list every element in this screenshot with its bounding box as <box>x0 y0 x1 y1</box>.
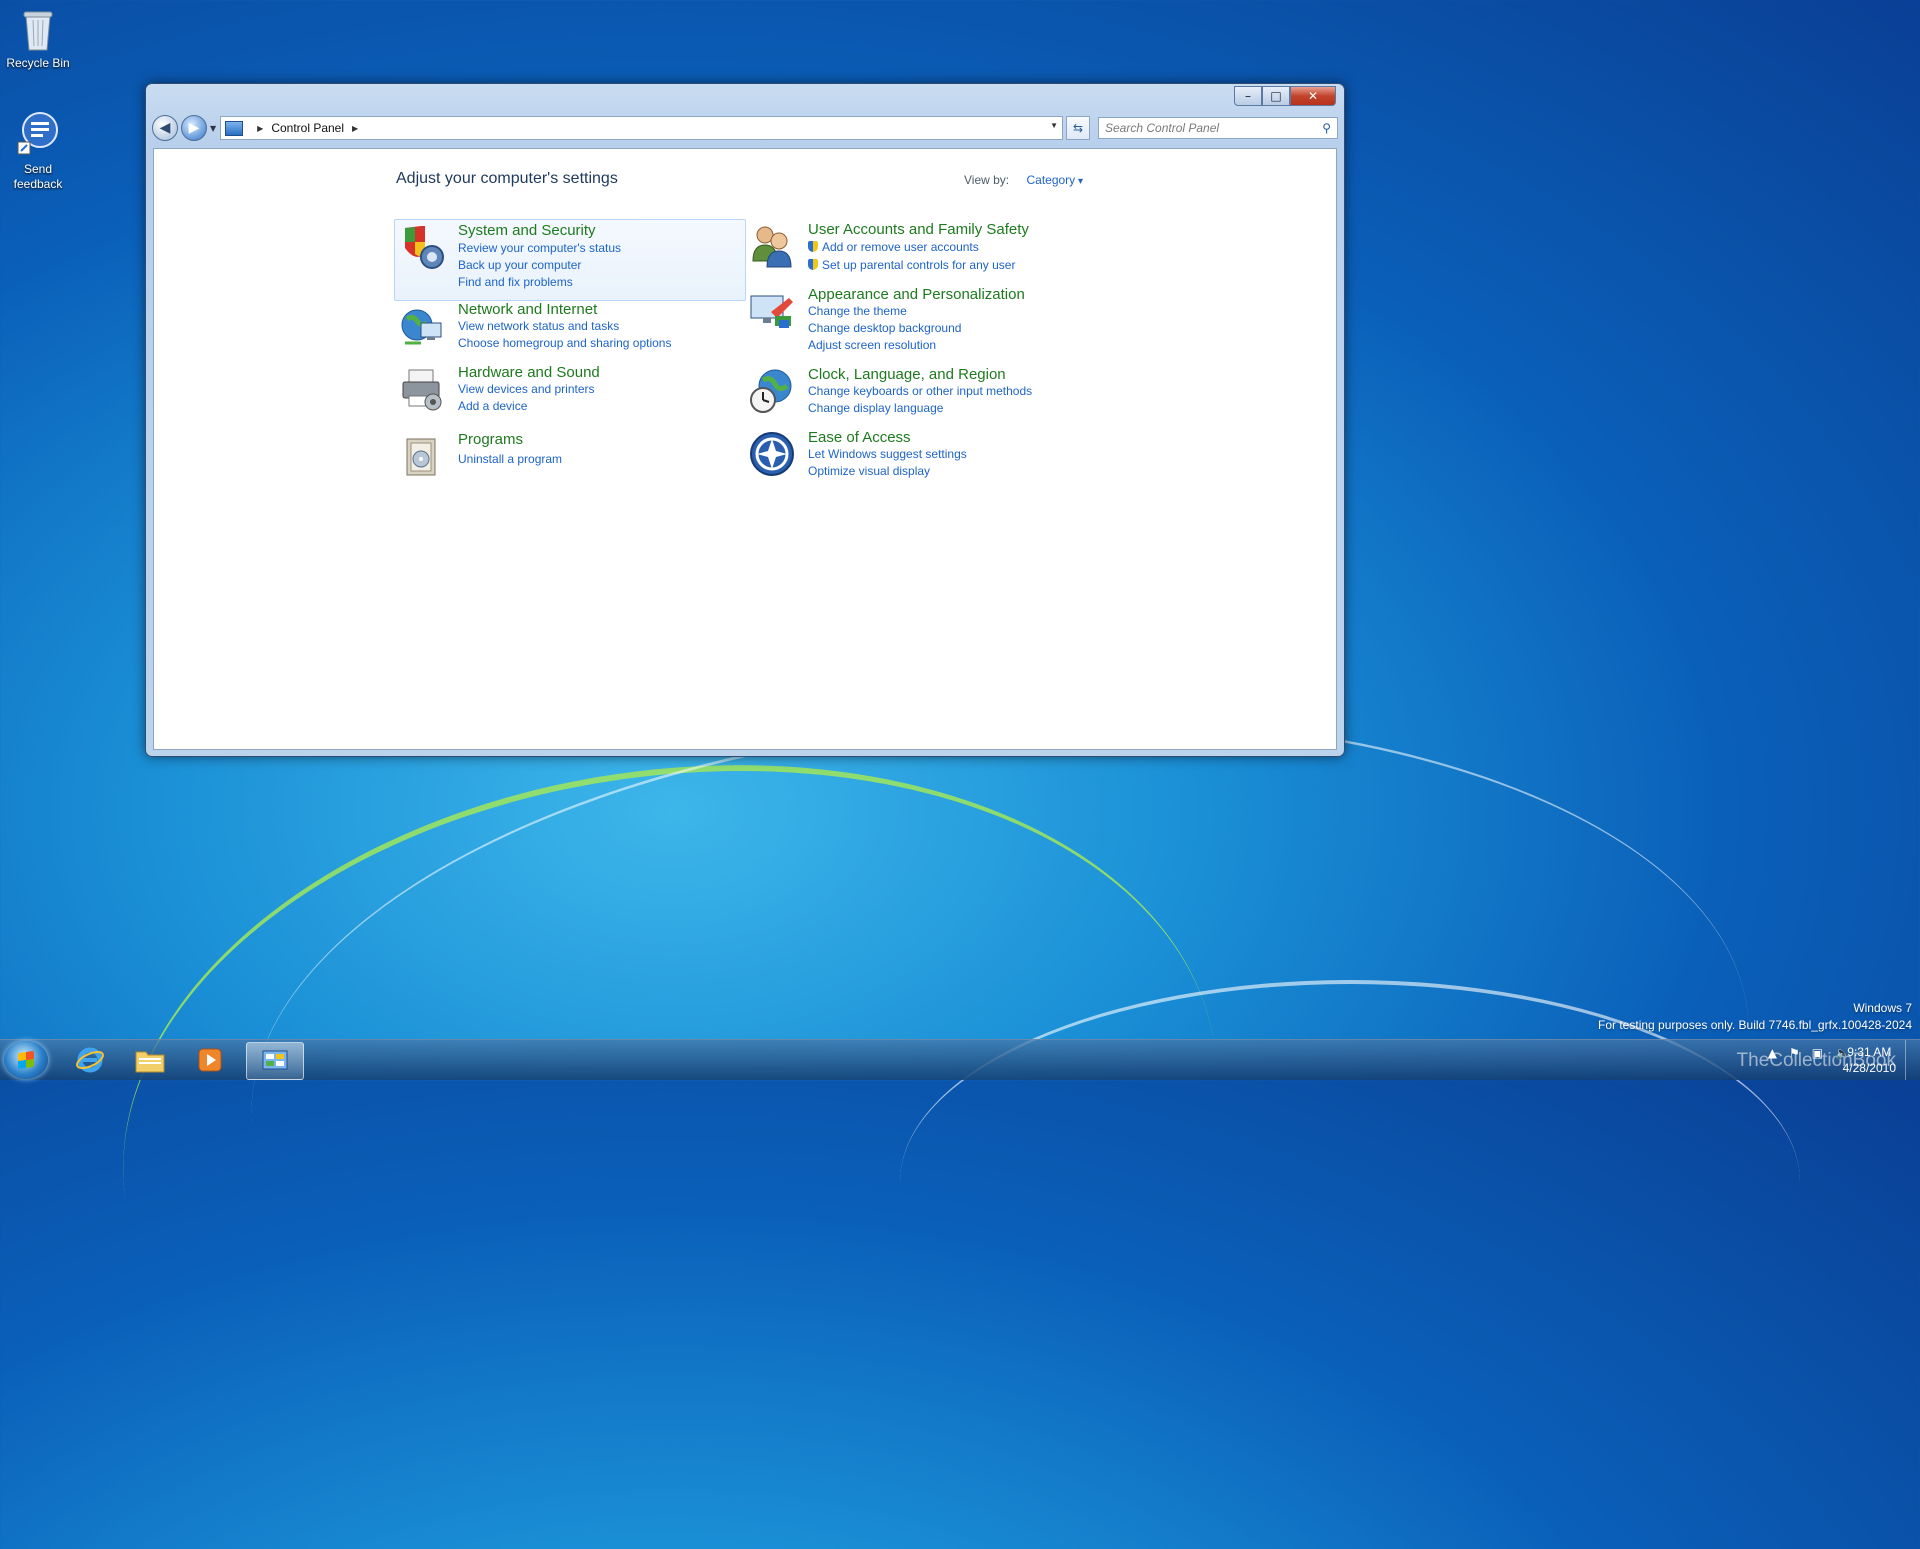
control-panel-window: – □ ✕ ◀ ▶ ▼ ▶ Control Panel ▶ ▼ ⇆ Search… <box>145 83 1345 757</box>
taskbar-internet-explorer[interactable] <box>62 1042 118 1078</box>
taskbar-windows-explorer[interactable] <box>122 1042 178 1078</box>
search-placeholder: Search Control Panel <box>1105 121 1220 135</box>
category-title[interactable]: Programs <box>458 431 523 448</box>
link-text[interactable]: Add or remove user accounts <box>822 240 979 254</box>
watermark-os: Windows 7 <box>1853 1001 1912 1015</box>
forward-button[interactable]: ▶ <box>181 115 207 141</box>
build-watermark: Windows 7 For testing purposes only. Bui… <box>1598 1000 1912 1034</box>
view-by: View by: Category <box>964 173 1083 187</box>
link-windows-suggest-settings[interactable]: Let Windows suggest settings <box>808 447 967 461</box>
link-review-status[interactable]: Review your computer's status <box>458 241 621 255</box>
search-input[interactable]: Search Control Panel ⚲ <box>1098 117 1338 139</box>
clock-date: 4/28/2010 <box>1842 1061 1896 1075</box>
category-title[interactable]: Clock, Language, and Region <box>808 366 1006 383</box>
refresh-icon: ⇆ <box>1072 121 1084 135</box>
window-caption-buttons: – □ ✕ <box>1234 86 1336 106</box>
link-add-remove-users[interactable]: Add or remove user accounts <box>808 240 979 254</box>
category-hardware-and-sound[interactable]: Hardware and Sound View devices and prin… <box>395 362 745 413</box>
link-uninstall-program[interactable]: Uninstall a program <box>458 452 562 466</box>
clock[interactable]: 9:31 AM 4/28/2010 <box>1843 1044 1896 1076</box>
uac-shield-icon <box>808 259 818 270</box>
network-globe-icon <box>399 303 445 349</box>
taskbar-control-panel[interactable] <box>246 1042 304 1080</box>
start-button[interactable] <box>4 1041 48 1079</box>
arrow-right-icon: ▶ <box>188 120 200 136</box>
feedback-icon <box>16 112 60 158</box>
appearance-icon <box>749 288 795 334</box>
category-title[interactable]: Hardware and Sound <box>458 364 600 381</box>
network-icon[interactable]: ▣ <box>1812 1046 1823 1060</box>
category-ease-of-access[interactable]: Ease of Access Let Windows suggest setti… <box>745 427 1095 482</box>
recent-pages-dropdown[interactable]: ▼ <box>210 124 216 133</box>
close-button[interactable]: ✕ <box>1290 86 1336 106</box>
link-find-fix-problems[interactable]: Find and fix problems <box>458 275 573 289</box>
chevron-right-icon[interactable]: ▶ <box>352 124 358 133</box>
taskbar-media-player[interactable] <box>182 1042 238 1078</box>
link-view-devices-printers[interactable]: View devices and printers <box>458 382 595 396</box>
arrow-left-icon: ◀ <box>159 120 171 136</box>
link-display-language[interactable]: Change display language <box>808 401 943 415</box>
link-screen-resolution[interactable]: Adjust screen resolution <box>808 338 936 352</box>
internet-explorer-icon <box>76 1047 104 1073</box>
clock-globe-icon <box>749 368 795 414</box>
desktop-icon-recycle-bin[interactable]: Recycle Bin <box>0 6 78 71</box>
link-homegroup-sharing[interactable]: Choose homegroup and sharing options <box>458 336 671 350</box>
view-by-dropdown[interactable]: Category <box>1026 173 1083 187</box>
show-desktop-button[interactable] <box>1905 1040 1920 1080</box>
category-clock-language-region[interactable]: Clock, Language, and Region Change keybo… <box>745 364 1095 419</box>
control-panel-content: Adjust your computer's settings View by:… <box>153 148 1337 750</box>
back-button[interactable]: ◀ <box>152 115 178 141</box>
navigation-bar: ◀ ▶ ▼ ▶ Control Panel ▶ ▼ ⇆ Search Contr… <box>152 115 1338 141</box>
media-player-icon <box>198 1048 222 1072</box>
maximize-button[interactable]: □ <box>1262 86 1290 106</box>
minimize-button[interactable]: – <box>1234 86 1262 106</box>
action-center-flag-icon[interactable]: ⚑ <box>1789 1046 1800 1060</box>
notification-area: ▲ ⚑ ▣ 🔈 <box>1768 1046 1850 1060</box>
category-user-accounts[interactable]: User Accounts and Family Safety Add or r… <box>745 219 1095 274</box>
category-network-and-internet[interactable]: Network and Internet View network status… <box>395 299 745 350</box>
clock-time: 9:31 AM <box>1847 1045 1892 1059</box>
category-programs[interactable]: Programs Uninstall a program <box>395 429 745 479</box>
programs-icon <box>399 433 445 479</box>
control-panel-icon <box>225 120 244 136</box>
desktop-icon-label: Recycle Bin <box>6 56 70 70</box>
category-title[interactable]: User Accounts and Family Safety <box>808 221 1029 238</box>
link-optimize-visual-display[interactable]: Optimize visual display <box>808 464 930 478</box>
link-change-theme[interactable]: Change the theme <box>808 304 907 318</box>
ease-of-access-icon <box>749 431 795 477</box>
shield-icon <box>399 224 445 270</box>
link-add-device[interactable]: Add a device <box>458 399 527 413</box>
address-history-dropdown[interactable]: ▼ <box>1050 121 1058 130</box>
taskbar: TheCollectionBook ▲ ⚑ ▣ 🔈 9:31 AM 4/28/2… <box>0 1039 1920 1080</box>
folder-icon <box>135 1051 165 1073</box>
category-title[interactable]: Ease of Access <box>808 429 911 446</box>
desktop-icon-label: Send feedback <box>13 162 63 191</box>
page-title: Adjust your computer's settings <box>396 170 618 187</box>
search-icon[interactable]: ⚲ <box>1322 121 1331 135</box>
recycle-bin-icon <box>16 6 60 52</box>
watermark-build: For testing purposes only. Build 7746.fb… <box>1598 1018 1912 1032</box>
link-network-status[interactable]: View network status and tasks <box>458 319 619 333</box>
address-bar[interactable]: ▶ Control Panel ▶ ▼ <box>220 116 1063 140</box>
printer-icon <box>399 366 445 412</box>
link-desktop-background[interactable]: Change desktop background <box>808 321 961 335</box>
link-keyboards-input[interactable]: Change keyboards or other input methods <box>808 384 1032 398</box>
category-title[interactable]: Appearance and Personalization <box>808 286 1025 303</box>
show-hidden-icons-icon[interactable]: ▲ <box>1768 1046 1777 1060</box>
refresh-button[interactable]: ⇆ <box>1066 116 1090 140</box>
desktop-icon-send-feedback[interactable]: Send feedback <box>0 112 78 192</box>
link-back-up-computer[interactable]: Back up your computer <box>458 258 581 272</box>
category-title[interactable]: System and Security <box>458 222 596 239</box>
category-appearance[interactable]: Appearance and Personalization Change th… <box>745 284 1095 352</box>
users-icon <box>749 223 795 269</box>
view-by-label: View by: <box>964 173 1010 187</box>
breadcrumb-control-panel[interactable]: Control Panel <box>271 121 344 135</box>
category-title[interactable]: Network and Internet <box>458 301 597 318</box>
chevron-right-icon[interactable]: ▶ <box>257 124 263 133</box>
category-system-and-security[interactable]: System and Security Review your computer… <box>394 219 746 301</box>
link-parental-controls[interactable]: Set up parental controls for any user <box>808 258 1015 272</box>
control-panel-icon <box>262 1050 288 1070</box>
uac-shield-icon <box>808 241 818 252</box>
link-text[interactable]: Set up parental controls for any user <box>822 258 1015 272</box>
